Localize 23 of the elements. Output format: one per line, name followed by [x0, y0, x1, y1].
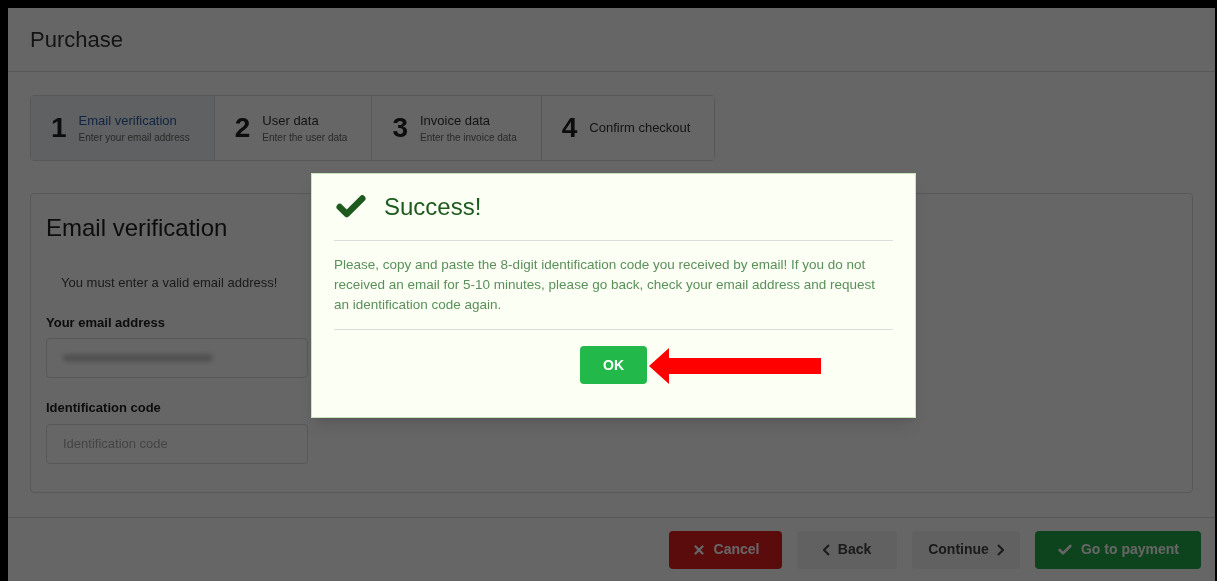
step-number: 3 — [392, 111, 408, 145]
step-subtitle: Enter the user data — [262, 131, 348, 146]
step-title: Email verification — [78, 111, 178, 130]
field-label: Your email address — [46, 313, 166, 332]
ok-button[interactable]: OK — [580, 346, 647, 384]
close-icon — [691, 542, 706, 557]
step-number: 1 — [51, 111, 67, 145]
page-title: Purchase — [30, 26, 123, 54]
chevron-left-icon — [822, 543, 830, 556]
step-title: Invoice data — [419, 111, 492, 130]
step-number: 4 — [561, 111, 578, 145]
chevron-right-icon — [996, 543, 1004, 556]
field-label: Identification code — [46, 399, 162, 417]
section-heading: Email verification — [46, 213, 229, 243]
step-title: Confirm checkout — [589, 119, 691, 138]
step-title: User data — [262, 111, 320, 130]
dialog-title: Success! — [384, 192, 482, 222]
notice-text: You must enter a valid email address! — [61, 274, 278, 292]
cancel-button[interactable]: Cancel — [669, 530, 782, 569]
step-number: 2 — [234, 111, 251, 145]
pay-button[interactable]: Go to payment — [1035, 530, 1201, 569]
dialog-message: Please, copy and paste the 8-digit identification code you received by email! If you do not received an email for 5-10 minutes, please go back, check your email address and request an identification code again. — [334, 241, 893, 330]
step-subtitle: Enter the invoice data — [419, 131, 517, 146]
